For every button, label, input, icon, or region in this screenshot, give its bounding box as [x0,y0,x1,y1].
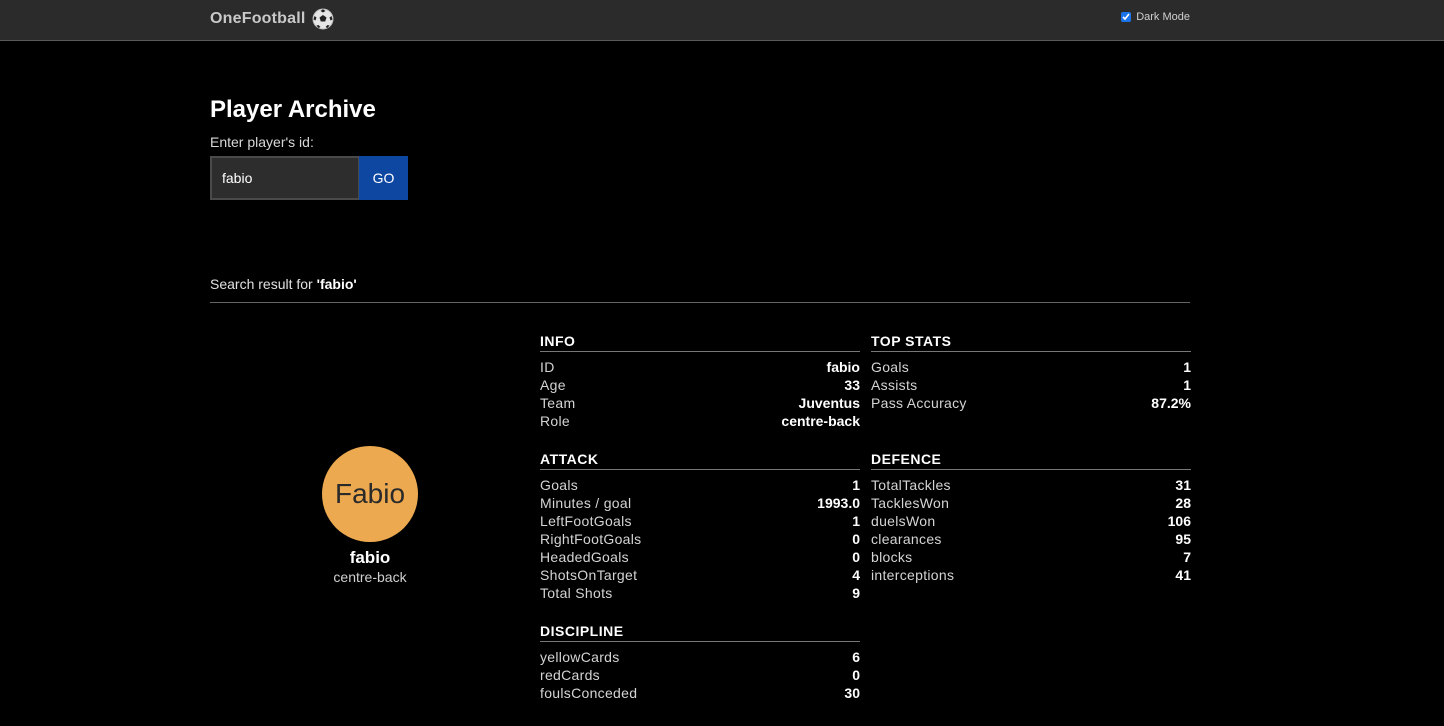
stat-row: Goals 1 [871,358,1191,376]
stat-value: 6 [852,649,860,665]
player-id-input[interactable] [210,156,360,200]
stat-row: Team Juventus [540,394,860,412]
soccer-ball-icon [312,8,334,30]
stat-label: interceptions [871,567,955,583]
result-divider [210,302,1190,303]
stat-row: TotalTackles 31 [871,476,1191,494]
stat-label: Goals [540,477,579,493]
stat-label: blocks [871,549,913,565]
stat-label: TacklesWon [871,495,950,511]
stat-label: Team [540,395,576,411]
attack-section: ATTACK Goals 1 Minutes / goal 1993.0 LeftFoot… [540,448,860,602]
stat-value: 9 [852,585,860,601]
stat-row: yellowCards 6 [540,648,860,666]
stat-value: 1 [1183,377,1191,393]
stat-label: Pass Accuracy [871,395,967,411]
go-button[interactable]: GO [359,156,408,200]
stat-label: HeadedGoals [540,549,629,565]
stat-value: 0 [852,667,860,683]
stat-value: 31 [1175,477,1191,493]
dark-mode-checkbox[interactable] [1121,12,1132,22]
stat-value: 0 [852,549,860,565]
brand-name: OneFootball [210,10,306,27]
stat-value: 4 [852,567,860,583]
stat-row: blocks 7 [871,548,1191,566]
stat-row: Age 33 [540,376,860,394]
section-title: DISCIPLINE [540,620,860,642]
player-role: centre-back [333,569,407,585]
discipline-section: DISCIPLINE yellowCards 6 redCards 0 foulsConc… [540,620,860,702]
stat-row: TacklesWon 28 [871,494,1191,512]
stat-label: Assists [871,377,918,393]
stat-label: ID [540,359,555,375]
defence-section: DEFENCE TotalTackles 31 TacklesWon 28 duelsWo… [871,448,1191,584]
section-title: TOP STATS [871,330,1191,352]
stat-label: redCards [540,667,600,683]
stat-label: Role [540,413,570,429]
stat-value: 28 [1175,495,1191,511]
stat-row: Role centre-back [540,412,860,430]
stat-label: Minutes / goal [540,495,632,511]
stat-row: Minutes / goal 1993.0 [540,494,860,512]
section-title: ATTACK [540,448,860,470]
top-nav-bar: OneFootball Dark Mode [0,0,1444,41]
stat-row: Assists 1 [871,376,1191,394]
info-section: INFO ID fabio Age 33 Team Juventus Role centre-b… [540,330,860,430]
stat-value: 41 [1175,567,1191,583]
stat-row: duelsWon 106 [871,512,1191,530]
dark-mode-toggle[interactable]: Dark Mode [1121,11,1190,23]
stat-value: 30 [844,685,860,701]
stat-row: Pass Accuracy 87.2% [871,394,1191,412]
stat-row: redCards 0 [540,666,860,684]
stat-row: Total Shots 9 [540,584,860,602]
page-title: Player Archive [210,96,376,123]
stat-row: LeftFootGoals 1 [540,512,860,530]
stat-label: foulsConceded [540,685,638,701]
stat-row: clearances 95 [871,530,1191,548]
section-title: INFO [540,330,860,352]
stat-row: interceptions 41 [871,566,1191,584]
stat-label: Goals [871,359,910,375]
stat-label: LeftFootGoals [540,513,632,529]
stat-label: Age [540,377,566,393]
stat-label: duelsWon [871,513,936,529]
search-result-query: 'fabio' [316,276,357,292]
search-result-heading: Search result for 'fabio' [210,276,357,292]
player-name: fabio [349,548,391,567]
stat-value: 87.2% [1151,395,1191,411]
stat-value: Juventus [798,395,860,411]
stat-value: 7 [1183,549,1191,565]
stat-row: Goals 1 [540,476,860,494]
stat-row: ShotsOnTarget 4 [540,566,860,584]
brand-logo[interactable]: OneFootball [210,8,334,30]
stat-value: 1 [852,513,860,529]
stat-value: centre-back [781,413,860,429]
stat-value: 0 [852,531,860,547]
stat-value: 33 [844,377,860,393]
dark-mode-label: Dark Mode [1136,11,1190,23]
stat-label: yellowCards [540,649,620,665]
stat-label: TotalTackles [871,477,951,493]
stat-value: fabio [826,359,860,375]
stat-value: 1993.0 [817,495,860,511]
stat-label: Total Shots [540,585,613,601]
stat-row: RightFootGoals 0 [540,530,860,548]
search-result-prefix: Search result for [210,276,317,292]
stat-row: foulsConceded 30 [540,684,860,702]
stat-value: 1 [852,477,860,493]
player-id-prompt: Enter player's id: [210,134,314,150]
section-title: DEFENCE [871,448,1191,470]
stat-label: ShotsOnTarget [540,567,638,583]
stat-value: 1 [1183,359,1191,375]
stat-value: 95 [1175,531,1191,547]
stat-value: 106 [1167,513,1191,529]
stat-row: HeadedGoals 0 [540,548,860,566]
top-stats-section: TOP STATS Goals 1 Assists 1 Pass Accuracy 87.2… [871,330,1191,412]
stat-label: RightFootGoals [540,531,642,547]
player-avatar: Fabio [322,446,418,542]
stat-row: ID fabio [540,358,860,376]
stat-label: clearances [871,531,942,547]
